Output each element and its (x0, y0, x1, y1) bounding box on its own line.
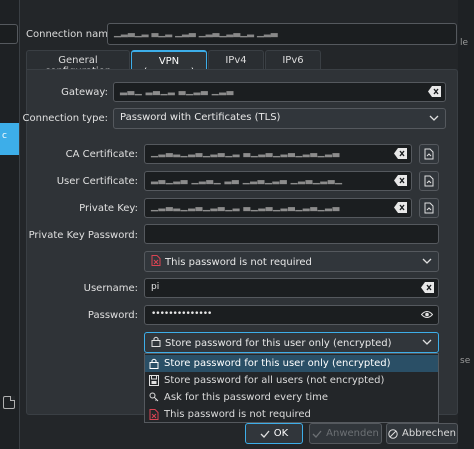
connection-name-input[interactable]: ▁▂▃▁▂ ▃▁▂ ▁▂▃ ▁▂▃▁▂▃▁▂ ▁▂▃ (107, 23, 457, 45)
background-text: le (460, 38, 469, 48)
user-certificate-value: ▂▃▁▂▃ ▁▂▃▁ ▂▃ ▁▂▃▁▂▃ ▁▂▃▁▂▃▁ (151, 175, 343, 185)
ca-certificate-input[interactable]: ▁▂▃▂▁▂▃▁▂▃▁▂ ▃▁▂▃▁▂▃▁▂▃▁▂▃ (144, 144, 412, 164)
background-input (0, 24, 18, 44)
private-key-input[interactable]: ▁▂▃▂▁▂▃▁▂▃▁▂ ▃▁▂▃▁▂▃▁▂▃▁▂▃ (144, 198, 412, 218)
chevron-down-icon (429, 115, 439, 121)
ok-button-label: OK (273, 428, 289, 439)
password-mode-dropdown: Store password for this user only (encry… (144, 353, 439, 423)
username-label: Username: (83, 283, 138, 294)
background-selected-item: c (0, 123, 19, 155)
open-file-icon (424, 202, 434, 214)
clear-icon[interactable] (394, 148, 407, 159)
save-icon (149, 375, 159, 386)
tab-vpn-openvpn[interactable]: VPN (openvpn) (131, 50, 207, 78)
lock-icon (149, 358, 159, 369)
password-label: Password: (87, 310, 138, 321)
password-value: •••••••••••••• (151, 309, 212, 319)
clear-icon[interactable] (421, 282, 434, 293)
document-icon (3, 396, 15, 409)
password-option-ask-every-time[interactable]: Ask for this password every time (145, 389, 438, 406)
password-option-label: Store password for this user only (encry… (164, 358, 391, 369)
ok-button[interactable]: OK (245, 423, 303, 444)
username-input[interactable]: pi (144, 278, 439, 298)
connection-type-select[interactable]: Password with Certificates (TLS) (113, 108, 446, 129)
background-window-left: c (0, 0, 20, 449)
password-option-label: Store password for all users (not encryp… (164, 375, 385, 386)
show-password-eye-icon[interactable] (421, 310, 433, 319)
chevron-down-icon (422, 258, 432, 264)
private-key-label: Private Key: (79, 203, 138, 214)
private-key-password-label: Private Key Password: (28, 230, 138, 241)
password-input[interactable]: •••••••••••••• (144, 305, 439, 325)
cancel-icon (388, 428, 398, 439)
lock-icon (151, 336, 161, 347)
open-file-icon (424, 175, 434, 187)
connection-type-value: Password with Certificates (TLS) (120, 112, 281, 123)
private-key-value: ▁▂▃▂▁▂▃▁▂▃▁▂ ▃▁▂▃▁▂▃▁▂▃▁▂▃ (151, 202, 340, 212)
clear-icon[interactable] (394, 175, 407, 186)
password-option-label: This password is not required (164, 409, 311, 420)
tab-ipv6[interactable]: IPv6 (265, 50, 321, 70)
password-option-all-users[interactable]: Store password for all users (not encryp… (145, 372, 438, 389)
user-certificate-label: User Certificate: (56, 176, 138, 187)
open-file-icon (424, 148, 434, 160)
password-mode-value: Store password for this user only (encry… (165, 338, 392, 349)
checkmark-icon (260, 430, 270, 438)
password-option-encrypted[interactable]: Store password for this user only (encry… (145, 355, 438, 372)
browse-private-key-button[interactable] (419, 198, 439, 218)
clear-icon[interactable] (394, 202, 407, 213)
background-text: se (460, 356, 471, 366)
user-certificate-input[interactable]: ▂▃▁▂▃ ▁▂▃▁ ▂▃ ▁▂▃▁▂▃ ▁▂▃▁▂▃▁ (144, 171, 412, 191)
key-icon (149, 392, 159, 402)
connection-type-label: Connection type: (22, 113, 108, 124)
gateway-label: Gateway: (61, 87, 108, 98)
checkmark-icon (312, 430, 322, 438)
private-key-password-input[interactable] (144, 224, 439, 244)
not-required-icon (151, 255, 161, 266)
cancel-button[interactable]: Abbrechen (386, 423, 458, 444)
private-key-password-mode-value: This password is not required (165, 257, 312, 268)
ca-certificate-value: ▁▂▃▂▁▂▃▁▂▃▁▂ ▃▁▂▃▁▂▃▁▂▃▁▂▃ (151, 148, 340, 158)
gateway-input[interactable]: ▂▃▁ ▂▃▁▂ ▃▁▂▃ ▁▂▃ (113, 82, 446, 102)
browse-user-certificate-button[interactable] (419, 171, 439, 191)
not-required-icon (149, 409, 159, 420)
private-key-password-mode-select[interactable]: This password is not required (144, 251, 439, 272)
apply-button[interactable]: Anwenden (309, 423, 382, 444)
browse-ca-certificate-button[interactable] (419, 144, 439, 164)
connection-name-label: Connection name: (26, 29, 118, 40)
chevron-down-icon (422, 339, 432, 345)
cancel-button-label: Abbrechen (402, 428, 456, 439)
gateway-value: ▂▃▁ ▂▃▁▂ ▃▁▂▃ ▁▂▃ (120, 86, 234, 96)
password-option-label: Ask for this password every time (164, 392, 329, 403)
background-window-right (458, 0, 474, 449)
password-option-not-required[interactable]: This password is not required (145, 406, 438, 423)
apply-button-label: Anwenden (326, 428, 379, 439)
clear-icon[interactable] (428, 86, 441, 97)
ca-certificate-label: CA Certificate: (65, 149, 138, 160)
password-mode-select[interactable]: Store password for this user only (encry… (144, 332, 439, 353)
username-value: pi (151, 282, 160, 292)
tab-ipv4[interactable]: IPv4 (208, 50, 264, 70)
tab-general-configuration[interactable]: General configuration (26, 50, 130, 77)
